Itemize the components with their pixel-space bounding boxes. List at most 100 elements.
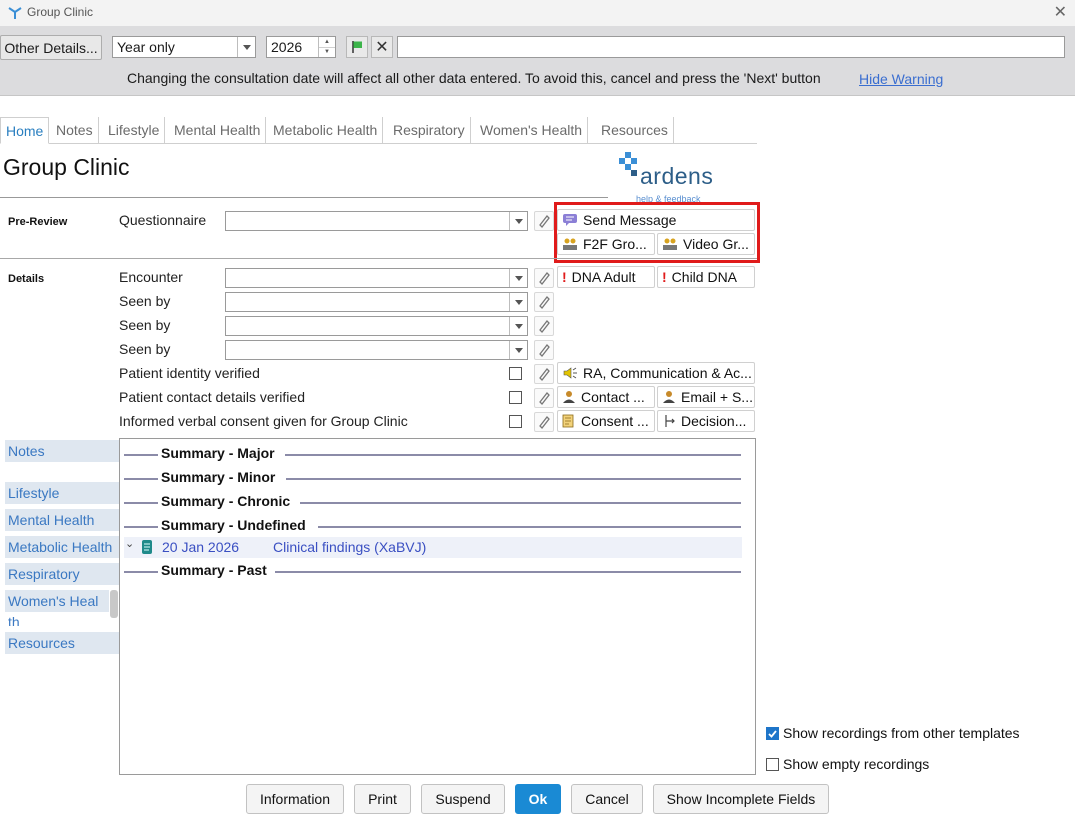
- summary-undefined-label: Summary - Undefined: [161, 517, 312, 533]
- tab-womens-health[interactable]: Women's Health: [475, 117, 589, 144]
- chevron-down-icon[interactable]: ⌄: [125, 537, 134, 550]
- tab-respiratory[interactable]: Respiratory: [388, 117, 471, 144]
- ok-button[interactable]: Ok: [515, 784, 561, 814]
- scroll-icon: [142, 540, 152, 554]
- window-title: Group Clinic: [27, 5, 94, 19]
- cancel-button[interactable]: Cancel: [571, 784, 643, 814]
- pencil-icon[interactable]: [534, 211, 554, 231]
- print-button[interactable]: Print: [354, 784, 411, 814]
- entry-date[interactable]: 20 Jan 2026: [162, 539, 239, 555]
- exclamation-icon: !: [662, 269, 667, 285]
- speaker-icon: [562, 366, 578, 380]
- pencil-icon[interactable]: [534, 268, 554, 288]
- chevron-down-icon[interactable]: [509, 317, 527, 335]
- summary-panel[interactable]: Summary - Major Summary - Minor Summary …: [119, 438, 756, 775]
- section-divider: [0, 258, 757, 259]
- suspend-button[interactable]: Suspend: [421, 784, 505, 814]
- header-divider: [0, 197, 608, 198]
- seen-by-label-1: Seen by: [119, 293, 171, 309]
- tab-notes[interactable]: Notes: [51, 117, 99, 144]
- person-icon: [562, 390, 576, 404]
- questionnaire-label: Questionnaire: [119, 212, 207, 228]
- nav-metabolic-health[interactable]: Metabolic Health: [5, 536, 119, 558]
- seen-by-label-3: Seen by: [119, 341, 171, 357]
- year-stepper[interactable]: ▲ ▼: [318, 37, 335, 57]
- summary-entry-row[interactable]: ⌄ 20 Jan 2026 Clinical findings (XaBVJ): [124, 537, 742, 558]
- seen-by-select-3[interactable]: [225, 340, 528, 360]
- pencil-icon[interactable]: [534, 340, 554, 360]
- pencil-icon[interactable]: [534, 316, 554, 336]
- show-incomplete-button[interactable]: Show Incomplete Fields: [653, 784, 829, 814]
- consent-button-label: Consent ...: [581, 413, 649, 429]
- ra-communication-button[interactable]: RA, Communication & Ac...: [557, 362, 755, 384]
- pencil-icon[interactable]: [534, 412, 554, 432]
- nav-lifestyle[interactable]: Lifestyle: [5, 482, 119, 504]
- chevron-down-icon[interactable]: [509, 293, 527, 311]
- tab-resources[interactable]: Resources: [596, 117, 674, 144]
- decision-icon: [662, 414, 676, 428]
- up-arrow-icon[interactable]: ▲: [319, 37, 335, 47]
- seen-by-select-2[interactable]: [225, 316, 528, 336]
- show-other-templates-option[interactable]: Show recordings from other templates: [766, 725, 1020, 741]
- date-mode-select[interactable]: Year only: [112, 36, 256, 58]
- summary-major-label: Summary - Major: [161, 445, 281, 461]
- nav-womens-health-wrap[interactable]: th: [8, 612, 112, 626]
- show-other-templates-checkbox[interactable]: [766, 726, 779, 740]
- seen-by-select-1[interactable]: [225, 292, 528, 312]
- other-details-button[interactable]: Other Details...: [0, 35, 102, 60]
- encounter-select[interactable]: [225, 268, 528, 288]
- nav-mental-health[interactable]: Mental Health: [5, 509, 119, 531]
- dna-adult-button[interactable]: ! DNA Adult: [557, 266, 655, 288]
- date-text-input[interactable]: [397, 36, 1065, 58]
- clear-button[interactable]: ✕: [371, 36, 393, 58]
- pencil-icon[interactable]: [534, 292, 554, 312]
- pencil-icon[interactable]: [534, 364, 554, 384]
- tab-metabolic-health[interactable]: Metabolic Health: [268, 117, 384, 144]
- entry-text[interactable]: Clinical findings (XaBVJ): [273, 539, 426, 555]
- date-warning: Changing the consultation date will affe…: [127, 70, 821, 86]
- brand-name[interactable]: ardens: [640, 163, 713, 190]
- identity-verified-checkbox[interactable]: [509, 367, 522, 380]
- nav-scrollbar[interactable]: [110, 590, 118, 618]
- tab-bar: Home Notes Lifestyle Mental Health Metab…: [0, 117, 757, 144]
- contact-details-label: Patient contact details verified: [119, 389, 305, 405]
- nav-womens-health[interactable]: Women's Heal: [5, 590, 109, 612]
- date-mode-value: Year only: [117, 39, 175, 55]
- contact-details-checkbox[interactable]: [509, 391, 522, 404]
- tab-lifestyle[interactable]: Lifestyle: [103, 117, 166, 144]
- person-icon: [662, 390, 676, 404]
- ra-communication-label: RA, Communication & Ac...: [583, 365, 752, 381]
- tab-home[interactable]: Home: [0, 117, 50, 144]
- nav-respiratory[interactable]: Respiratory: [5, 563, 119, 585]
- close-icon[interactable]: ✕: [1054, 2, 1067, 22]
- chevron-down-icon[interactable]: [509, 269, 527, 287]
- show-empty-option[interactable]: Show empty recordings: [766, 756, 929, 772]
- chevron-down-icon[interactable]: [237, 37, 255, 57]
- app-logo-icon: [8, 7, 22, 19]
- nav-notes[interactable]: Notes: [5, 440, 119, 462]
- child-dna-button[interactable]: ! Child DNA: [657, 266, 755, 288]
- year-spinner[interactable]: 2026 ▲ ▼: [266, 36, 336, 58]
- page-title: Group Clinic: [3, 154, 130, 180]
- questionnaire-select[interactable]: [225, 211, 528, 231]
- down-arrow-icon[interactable]: ▼: [319, 46, 335, 58]
- consent-button[interactable]: Consent ...: [557, 410, 655, 432]
- information-button[interactable]: Information: [246, 784, 344, 814]
- show-empty-checkbox[interactable]: [766, 757, 779, 771]
- exclamation-icon: !: [562, 269, 567, 285]
- seen-by-label-2: Seen by: [119, 317, 171, 333]
- chevron-down-icon[interactable]: [509, 212, 527, 230]
- contact-button[interactable]: Contact ...: [557, 386, 655, 408]
- pencil-icon[interactable]: [534, 388, 554, 408]
- close-icon: ✕: [375, 39, 389, 56]
- nav-resources[interactable]: Resources: [5, 632, 119, 654]
- chevron-down-icon[interactable]: [509, 341, 527, 359]
- consent-checkbox[interactable]: [509, 415, 522, 428]
- tab-mental-health[interactable]: Mental Health: [169, 117, 267, 144]
- hide-warning-link[interactable]: Hide Warning: [859, 71, 943, 87]
- summary-chronic-header: Summary - Chronic: [120, 492, 757, 512]
- flag-button[interactable]: [346, 36, 368, 58]
- decision-button[interactable]: Decision...: [657, 410, 755, 432]
- email-sms-button[interactable]: Email + S...: [657, 386, 755, 408]
- consent-label: Informed verbal consent given for Group …: [119, 413, 408, 429]
